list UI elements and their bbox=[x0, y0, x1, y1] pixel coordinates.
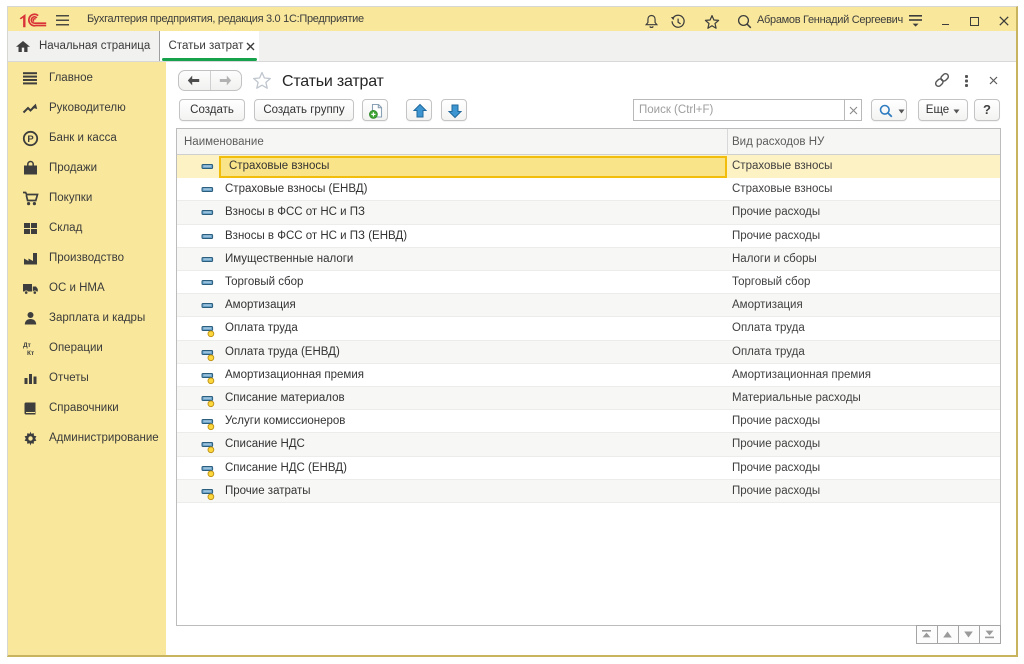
svg-text:Дт: Дт bbox=[23, 342, 31, 349]
svg-text:Кт: Кт bbox=[27, 350, 34, 357]
svg-text:Р: Р bbox=[27, 134, 34, 145]
